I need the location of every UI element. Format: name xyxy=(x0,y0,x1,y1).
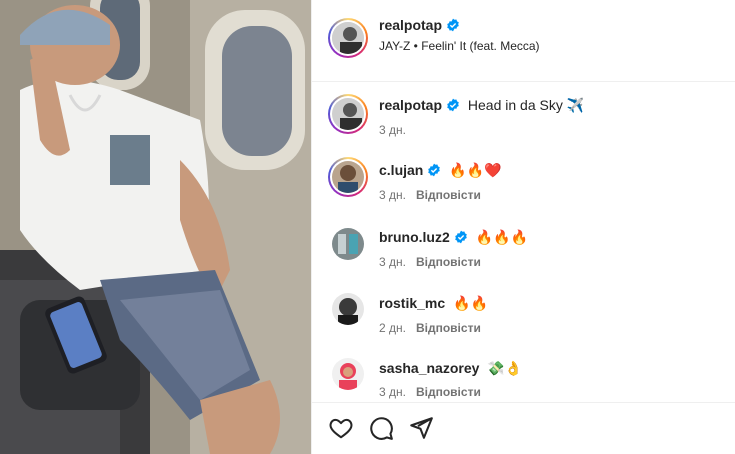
comment-text: realpotap Head in da Sky ✈️ xyxy=(379,97,584,115)
avatar[interactable] xyxy=(332,293,364,325)
comment-time[interactable]: 3 дн. xyxy=(379,255,406,269)
verified-badge-icon xyxy=(427,163,441,180)
avatar xyxy=(332,22,364,54)
heart-icon[interactable] xyxy=(328,415,356,443)
avatar xyxy=(332,98,364,130)
comment-emoji: 💸👌 xyxy=(487,360,523,376)
paper-plane-icon[interactable] xyxy=(408,415,436,443)
verified-badge-icon xyxy=(454,230,468,247)
comment-emoji: 🔥🔥 xyxy=(453,295,488,311)
verified-badge-icon xyxy=(446,18,460,35)
comment-text: rostik_mc 🔥🔥 xyxy=(379,295,488,312)
story-ring[interactable] xyxy=(328,157,368,197)
audio-track-link[interactable]: JAY-Z • Feelin' It (feat. Mecca) xyxy=(379,39,540,53)
comment-body: Head in da Sky xyxy=(467,97,563,113)
comment-meta: 3 дн. Відповісти xyxy=(379,255,481,269)
post-details-panel: realpotap JAY-Z • Feelin' It (feat. Mecc… xyxy=(311,0,735,454)
author-name[interactable]: realpotap xyxy=(379,17,460,35)
comment-username[interactable]: realpotap xyxy=(379,97,442,113)
post-photo xyxy=(0,0,311,454)
comment-time[interactable]: 3 дн. xyxy=(379,123,406,137)
comment-time[interactable]: 2 дн. xyxy=(379,321,406,335)
avatar[interactable] xyxy=(332,358,364,390)
post-header: realpotap JAY-Z • Feelin' It (feat. Mecc… xyxy=(312,0,735,82)
avatar xyxy=(332,161,364,193)
comment-username[interactable]: rostik_mc xyxy=(379,295,445,311)
comment-meta: 3 дн. Відповісти xyxy=(379,385,481,399)
comment-meta: 3 дн. xyxy=(379,123,406,137)
reply-button[interactable]: Відповісти xyxy=(416,321,481,335)
reply-button[interactable]: Відповісти xyxy=(416,385,481,399)
comment-username[interactable]: c.lujan xyxy=(379,162,423,178)
comment-emoji: 🔥🔥❤️ xyxy=(449,162,502,178)
comment-time[interactable]: 3 дн. xyxy=(379,385,406,399)
comment-meta: 2 дн. Відповісти xyxy=(379,321,481,335)
comment-text: c.lujan 🔥🔥❤️ xyxy=(379,162,502,180)
story-ring[interactable] xyxy=(328,94,368,134)
comment-text: bruno.luz2 🔥🔥🔥 xyxy=(379,229,528,247)
comment-text: sasha_nazorey 💸👌 xyxy=(379,360,522,377)
comment-username[interactable]: bruno.luz2 xyxy=(379,229,450,245)
comment-meta: 3 дн. Відповісти xyxy=(379,188,481,202)
comment-bubble-icon[interactable] xyxy=(368,415,396,443)
comment-emoji: ✈️ xyxy=(566,97,585,113)
avatar[interactable] xyxy=(332,228,364,260)
reply-button[interactable]: Відповісти xyxy=(416,188,481,202)
comment-time[interactable]: 3 дн. xyxy=(379,188,406,202)
story-ring[interactable] xyxy=(328,18,368,58)
verified-badge-icon xyxy=(446,98,460,115)
comment-username[interactable]: sasha_nazorey xyxy=(379,360,479,376)
reply-button[interactable]: Відповісти xyxy=(416,255,481,269)
post-actions-bar xyxy=(312,402,735,454)
comment-emoji: 🔥🔥🔥 xyxy=(475,229,528,245)
